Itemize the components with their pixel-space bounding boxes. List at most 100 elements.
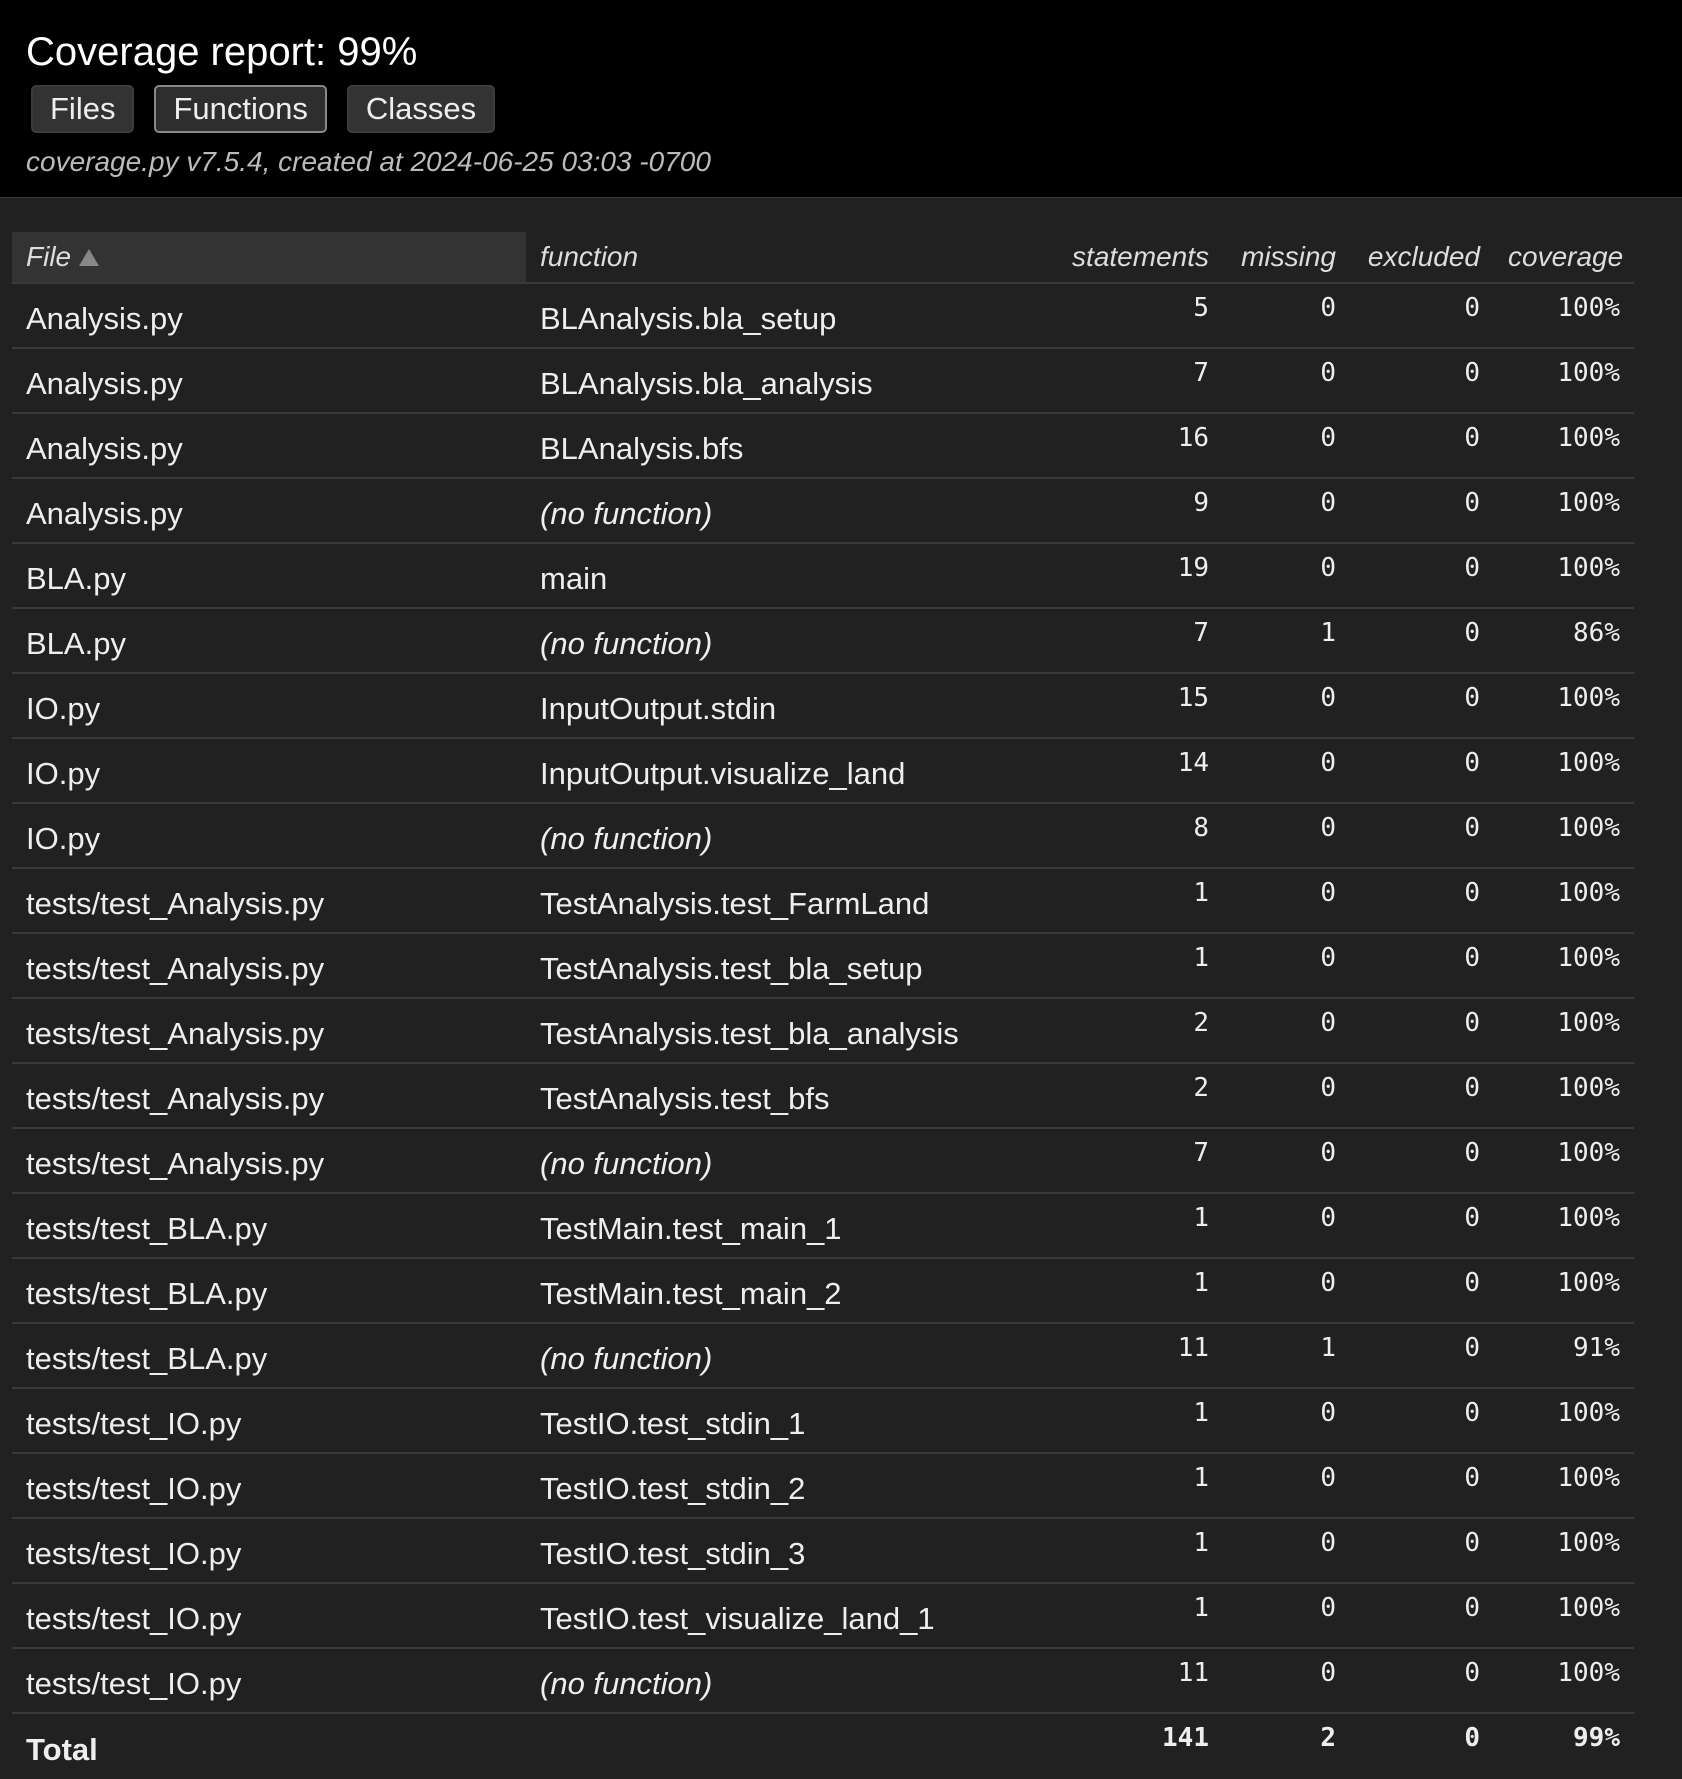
excluded-cell: 0: [1350, 1648, 1494, 1714]
total-statements: 141: [1162, 1723, 1209, 1753]
missing-cell: 0: [1223, 478, 1350, 544]
file-link[interactable]: BLA.py: [26, 561, 126, 596]
files-view-button[interactable]: Files: [31, 85, 135, 133]
column-header-excluded[interactable]: excluded: [1350, 232, 1494, 284]
file-link[interactable]: BLA.py: [26, 626, 126, 661]
function-link[interactable]: BLAnalysis.bfs: [540, 431, 743, 466]
file-link[interactable]: Analysis.py: [26, 366, 183, 401]
file-link[interactable]: IO.py: [26, 691, 100, 726]
excluded-cell: 0: [1350, 803, 1494, 869]
function-link[interactable]: TestMain.test_main_1: [540, 1211, 842, 1246]
function-link[interactable]: TestIO.test_stdin_3: [540, 1536, 805, 1571]
file-cell: Analysis.py: [12, 348, 526, 414]
missing-cell: 0: [1223, 348, 1350, 414]
file-link[interactable]: tests/test_Analysis.py: [26, 1016, 324, 1051]
functions-view-button[interactable]: Functions: [154, 85, 327, 133]
file-link[interactable]: tests/test_Analysis.py: [26, 1146, 324, 1181]
table-row: tests/test_IO.py TestIO.test_visualize_la…: [12, 1583, 1634, 1649]
file-cell: tests/test_IO.py: [12, 1648, 526, 1714]
view-switcher: Files Functions Classes: [31, 85, 496, 133]
function-link[interactable]: main: [540, 561, 607, 596]
file-cell: tests/test_IO.py: [12, 1388, 526, 1454]
function-link[interactable]: (no function): [540, 821, 712, 856]
function-link[interactable]: TestAnalysis.test_bla_analysis: [540, 1016, 959, 1051]
statements-cell: 11: [1037, 1323, 1223, 1389]
function-link[interactable]: TestAnalysis.test_bla_setup: [540, 951, 923, 986]
missing-cell: 1: [1223, 1323, 1350, 1389]
missing-cell: 0: [1223, 998, 1350, 1064]
missing-cell: 0: [1223, 803, 1350, 869]
total-row: Total 141 2 0 99%: [12, 1713, 1634, 1779]
file-link[interactable]: tests/test_IO.py: [26, 1471, 241, 1506]
missing-cell: 0: [1223, 1063, 1350, 1129]
function-link[interactable]: (no function): [540, 626, 712, 661]
function-link[interactable]: TestAnalysis.test_bfs: [540, 1081, 829, 1116]
excluded-cell: 0: [1350, 283, 1494, 349]
table-row: tests/test_Analysis.py (no function) 7 0 0 10…: [12, 1128, 1634, 1194]
column-header-file-label: File: [26, 241, 72, 272]
function-link[interactable]: TestAnalysis.test_FarmLand: [540, 886, 929, 921]
missing-cell: 0: [1223, 933, 1350, 999]
file-link[interactable]: tests/test_IO.py: [26, 1406, 241, 1441]
file-cell: tests/test_BLA.py: [12, 1323, 526, 1389]
table-row: tests/test_IO.py TestIO.test_stdin_1 1 0 0 10…: [12, 1388, 1634, 1454]
missing-cell: 0: [1223, 1258, 1350, 1324]
file-link[interactable]: Analysis.py: [26, 301, 183, 336]
file-cell: Analysis.py: [12, 478, 526, 544]
column-header-coverage[interactable]: coverage: [1494, 232, 1634, 284]
function-cell: TestMain.test_main_1: [526, 1193, 1037, 1259]
file-cell: IO.py: [12, 803, 526, 869]
column-header-file[interactable]: File: [12, 232, 526, 284]
column-header-statements[interactable]: statements: [1037, 232, 1223, 284]
file-link[interactable]: Analysis.py: [26, 496, 183, 531]
file-link[interactable]: tests/test_Analysis.py: [26, 1081, 324, 1116]
coverage-cell: 100%: [1494, 543, 1634, 609]
classes-view-button[interactable]: Classes: [346, 85, 496, 133]
file-cell: BLA.py: [12, 608, 526, 674]
function-link[interactable]: TestIO.test_stdin_2: [540, 1471, 805, 1506]
function-cell: TestAnalysis.test_bla_setup: [526, 933, 1037, 999]
file-link[interactable]: tests/test_IO.py: [26, 1601, 241, 1636]
statements-cell: 15: [1037, 673, 1223, 739]
excluded-cell: 0: [1350, 543, 1494, 609]
table-row: tests/test_IO.py TestIO.test_stdin_3 1 0 0 10…: [12, 1518, 1634, 1584]
file-link[interactable]: IO.py: [26, 756, 100, 791]
column-header-missing[interactable]: missing: [1223, 232, 1350, 284]
coverage-cell: 100%: [1494, 673, 1634, 739]
function-link[interactable]: InputOutput.stdin: [540, 691, 776, 726]
table-row: Analysis.py BLAnalysis.bfs 16 0 0 100%: [12, 413, 1634, 479]
function-link[interactable]: TestIO.test_stdin_1: [540, 1406, 805, 1441]
function-cell: InputOutput.visualize_land: [526, 738, 1037, 804]
column-header-function[interactable]: function: [526, 232, 1037, 284]
file-link[interactable]: tests/test_IO.py: [26, 1536, 241, 1571]
file-link[interactable]: tests/test_IO.py: [26, 1666, 241, 1701]
function-link[interactable]: BLAnalysis.bla_setup: [540, 301, 836, 336]
function-link[interactable]: (no function): [540, 496, 712, 531]
missing-cell: 1: [1223, 608, 1350, 674]
function-link[interactable]: BLAnalysis.bla_analysis: [540, 366, 873, 401]
coverage-cell: 100%: [1494, 868, 1634, 934]
excluded-cell: 0: [1350, 738, 1494, 804]
file-cell: tests/test_Analysis.py: [12, 1063, 526, 1129]
coverage-cell: 100%: [1494, 1063, 1634, 1129]
function-link[interactable]: InputOutput.visualize_land: [540, 756, 905, 791]
statements-cell: 1: [1037, 1193, 1223, 1259]
coverage-cell: 100%: [1494, 1258, 1634, 1324]
table-row: tests/test_BLA.py (no function) 11 1 0 91%: [12, 1323, 1634, 1389]
file-link[interactable]: tests/test_BLA.py: [26, 1211, 267, 1246]
function-link[interactable]: (no function): [540, 1666, 712, 1701]
function-link[interactable]: TestIO.test_visualize_land_1: [540, 1601, 935, 1636]
total-function-cell: [526, 1713, 1037, 1779]
function-link[interactable]: (no function): [540, 1146, 712, 1181]
table-row: Analysis.py (no function) 9 0 0 100%: [12, 478, 1634, 544]
function-link[interactable]: TestMain.test_main_2: [540, 1276, 842, 1311]
file-link[interactable]: tests/test_BLA.py: [26, 1341, 267, 1376]
missing-cell: 0: [1223, 1128, 1350, 1194]
file-cell: tests/test_BLA.py: [12, 1193, 526, 1259]
file-link[interactable]: IO.py: [26, 821, 100, 856]
function-link[interactable]: (no function): [540, 1341, 712, 1376]
file-link[interactable]: tests/test_BLA.py: [26, 1276, 267, 1311]
file-link[interactable]: tests/test_Analysis.py: [26, 951, 324, 986]
file-link[interactable]: Analysis.py: [26, 431, 183, 466]
file-link[interactable]: tests/test_Analysis.py: [26, 886, 324, 921]
